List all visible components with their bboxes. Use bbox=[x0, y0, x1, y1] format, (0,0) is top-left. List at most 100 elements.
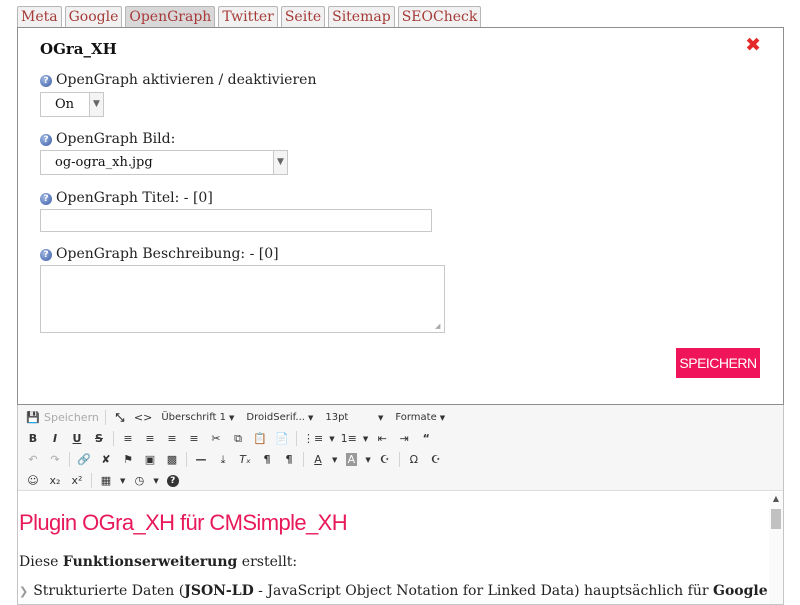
chevron-down-icon: ▼ bbox=[439, 413, 446, 422]
bold-icon[interactable]: B bbox=[22, 429, 44, 448]
superscript-icon[interactable]: x² bbox=[66, 471, 88, 490]
help-icon[interactable]: ? bbox=[40, 75, 52, 87]
help-icon[interactable]: ? bbox=[40, 249, 52, 261]
chevron-down-icon[interactable]: ▼ bbox=[360, 429, 371, 448]
block-format-dropdown[interactable]: Überschrift 1 ▼ bbox=[155, 412, 240, 423]
og-title-input[interactable] bbox=[40, 209, 432, 232]
chevron-down-icon: ▼ bbox=[89, 93, 103, 116]
tab-meta[interactable]: Meta bbox=[17, 6, 62, 28]
fullscreen-icon[interactable]: ⤡ bbox=[109, 408, 131, 427]
tab-seocheck[interactable]: SEOCheck bbox=[397, 6, 482, 28]
chevron-down-icon[interactable]: ▼ bbox=[150, 471, 161, 490]
editor-save-button[interactable]: Speichern bbox=[44, 408, 102, 427]
image-icon[interactable]: ▣ bbox=[139, 450, 161, 469]
activate-label: ? OpenGraph aktivieren / deaktivieren bbox=[40, 72, 316, 88]
chevron-down-icon: ▼ bbox=[273, 151, 287, 174]
separator bbox=[398, 452, 400, 467]
align-center-icon[interactable]: ≡ bbox=[139, 429, 161, 448]
separator bbox=[186, 452, 187, 467]
tab-sitemap[interactable]: Sitemap bbox=[328, 6, 395, 28]
anchor-icon[interactable]: ⚑ bbox=[117, 450, 139, 469]
align-justify-icon[interactable]: ≡ bbox=[183, 429, 205, 448]
image-select[interactable]: og-ogra_xh.jpg ▼ bbox=[40, 150, 288, 175]
search-icon[interactable]: ☪ bbox=[374, 450, 396, 469]
font-family-dropdown[interactable]: DroidSerif... ▼ bbox=[240, 412, 319, 423]
insert-icon[interactable]: ⤓ bbox=[212, 450, 234, 469]
undo-icon[interactable]: ↶ bbox=[22, 450, 44, 469]
paste-icon[interactable]: 📋 bbox=[249, 429, 271, 448]
paste-text-icon[interactable]: 📄 bbox=[271, 429, 293, 448]
tab-google[interactable]: Google bbox=[64, 6, 123, 28]
help-circle-icon[interactable]: ? bbox=[162, 471, 184, 490]
source-code-icon[interactable]: <> bbox=[131, 408, 155, 427]
chevron-down-icon: ▼ bbox=[229, 413, 235, 422]
copy-icon[interactable]: ⧉ bbox=[227, 429, 249, 448]
og-description-textarea[interactable]: ◢ bbox=[40, 265, 445, 333]
tab-twitter[interactable]: Twitter bbox=[218, 6, 278, 28]
help-icon[interactable]: ? bbox=[40, 134, 52, 146]
chevron-down-icon[interactable]: ▼ bbox=[326, 429, 337, 448]
editor-scrollbar[interactable]: ▲ bbox=[769, 492, 783, 604]
font-size-dropdown[interactable]: 13pt ▼ bbox=[319, 412, 389, 423]
close-icon[interactable]: ✖ bbox=[745, 36, 761, 55]
numbered-list-icon[interactable]: 1≡ bbox=[338, 429, 360, 448]
horizontal-rule-icon[interactable]: — bbox=[190, 450, 212, 469]
content-paragraph: Diese Funktionserweiterung erstellt: bbox=[19, 554, 298, 570]
italic-icon[interactable]: I bbox=[44, 429, 66, 448]
find-replace-icon[interactable]: ☪ bbox=[425, 450, 447, 469]
opengraph-panel: OGra_XH ✖ ? OpenGraph aktivieren / deakti… bbox=[17, 27, 784, 405]
separator bbox=[296, 431, 297, 446]
scroll-thumb[interactable] bbox=[771, 509, 781, 529]
title-label: ? OpenGraph Titel: - [0] bbox=[40, 190, 213, 206]
image-label: ? OpenGraph Bild: bbox=[40, 131, 175, 147]
special-character-icon[interactable]: Ω bbox=[403, 450, 425, 469]
separator bbox=[91, 473, 92, 488]
activate-select[interactable]: On ▼ bbox=[40, 92, 104, 117]
save-button[interactable]: SPEICHERN bbox=[676, 348, 760, 378]
bullet-list-icon[interactable]: ⋮≡ bbox=[300, 429, 326, 448]
show-blocks-icon[interactable]: ¶ bbox=[278, 450, 300, 469]
description-label: ? OpenGraph Beschreibung: - [0] bbox=[40, 246, 279, 262]
align-left-icon[interactable]: ≡ bbox=[117, 429, 139, 448]
chevron-down-icon[interactable]: ▼ bbox=[329, 450, 340, 469]
editor-content[interactable]: Plugin OGra_XH für CMSimple_XH Diese Fun… bbox=[18, 492, 770, 604]
table-icon[interactable]: ▦ bbox=[95, 471, 117, 490]
editor-toolbar: 💾 Speichern ⤡ <> Überschrift 1 ▼ DroidSer… bbox=[18, 405, 783, 491]
media-icon[interactable]: ▩ bbox=[161, 450, 183, 469]
panel-title: OGra_XH bbox=[40, 40, 117, 58]
help-icon[interactable]: ? bbox=[40, 193, 52, 205]
redo-icon[interactable]: ↷ bbox=[44, 450, 66, 469]
blockquote-icon[interactable]: “ bbox=[415, 429, 437, 448]
outdent-icon[interactable]: ⇤ bbox=[371, 429, 393, 448]
tab-seite[interactable]: Seite bbox=[280, 6, 326, 28]
text-color-icon[interactable]: A bbox=[307, 450, 329, 469]
content-list-item: ❯ Strukturierte Daten (JSON-LD - JavaScri… bbox=[19, 583, 768, 599]
save-disk-icon[interactable]: 💾 bbox=[22, 408, 44, 427]
emoticon-icon[interactable]: ☺ bbox=[22, 471, 44, 490]
indent-icon[interactable]: ⇥ bbox=[393, 429, 415, 448]
strikethrough-icon[interactable]: S bbox=[88, 429, 110, 448]
tab-opengraph[interactable]: OpenGraph bbox=[125, 6, 216, 28]
clear-formatting-icon[interactable]: Tₓ bbox=[234, 450, 256, 469]
subscript-icon[interactable]: x₂ bbox=[44, 471, 66, 490]
content-heading: Plugin OGra_XH für CMSimple_XH bbox=[19, 510, 348, 535]
clock-icon[interactable]: ◷ bbox=[128, 471, 150, 490]
unlink-icon[interactable]: ✘ bbox=[95, 450, 117, 469]
chevron-down-icon[interactable]: ▼ bbox=[362, 450, 373, 469]
align-right-icon[interactable]: ≡ bbox=[161, 429, 183, 448]
link-icon[interactable]: 🔗 bbox=[73, 450, 95, 469]
separator bbox=[113, 431, 114, 446]
tab-bar: Meta Google OpenGraph Twitter Seite Site… bbox=[17, 6, 482, 28]
cut-icon[interactable]: ✂ bbox=[205, 429, 227, 448]
separator bbox=[303, 452, 304, 467]
underline-icon[interactable]: U bbox=[66, 429, 88, 448]
chevron-down-icon[interactable]: ▼ bbox=[117, 471, 128, 490]
scroll-up-icon[interactable]: ▲ bbox=[769, 494, 783, 504]
separator bbox=[104, 410, 106, 425]
formats-dropdown[interactable]: Formate ▼ bbox=[389, 412, 451, 423]
resize-grip-icon[interactable]: ◢ bbox=[435, 323, 442, 330]
separator bbox=[69, 452, 70, 467]
chevron-down-icon: ▼ bbox=[307, 413, 314, 422]
background-color-icon[interactable]: A bbox=[340, 450, 362, 469]
paragraph-mark-icon[interactable]: ¶ bbox=[256, 450, 278, 469]
